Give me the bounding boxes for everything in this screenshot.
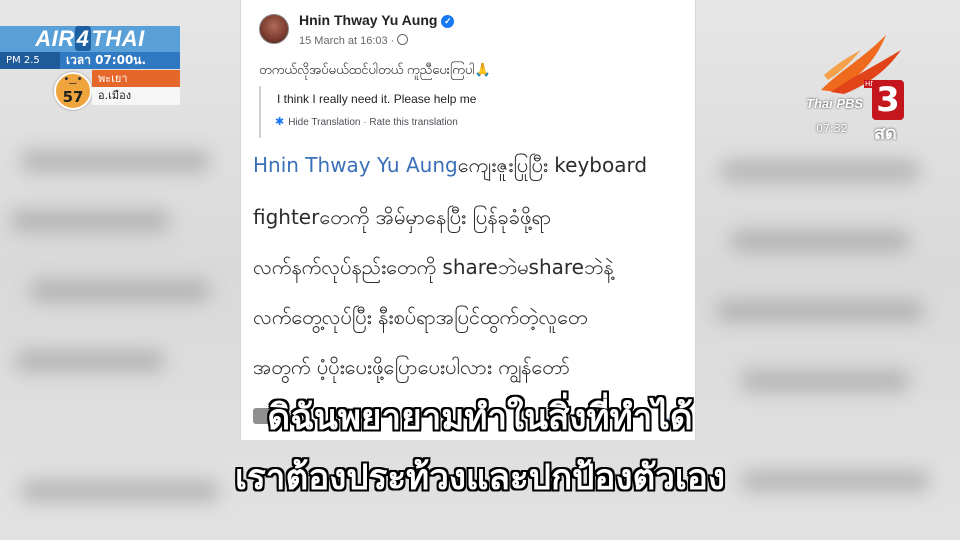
post-author[interactable]: Hnin Thway Yu Aung ✓ xyxy=(299,12,455,28)
globe-icon xyxy=(397,34,409,45)
post-timestamp[interactable]: 15 March at 16:03 · xyxy=(299,34,409,47)
comment-line-3: လက်နက်လုပ်နည်းတေကို shareဘဲမshareဘဲနဲ့ xyxy=(253,255,614,279)
avatar[interactable] xyxy=(259,14,289,44)
air4thai-time-bar: PM 2.5 เวลา 07:00น. xyxy=(0,52,180,69)
broadcaster-name: Thai PBS xyxy=(806,96,864,111)
separator: · xyxy=(363,117,367,128)
air4thai-location-row: •‿• 57 พะเยา อ.เมือง xyxy=(0,70,180,114)
broadcast-clock: 07:32 xyxy=(816,122,848,135)
pm-label: PM 2.5 xyxy=(0,52,60,69)
facebook-post-card: Hnin Thway Yu Aung ✓ 15 March at 16:03 · … xyxy=(240,0,696,140)
subtitle-line-1: ดิฉันพยายามทำในสิ่งที่ทำได้ xyxy=(267,398,693,438)
gear-icon: ✱ xyxy=(275,116,285,128)
comment-author-link[interactable]: Hnin Thway Yu Aung xyxy=(253,153,458,177)
aqi-value: 57 xyxy=(62,88,84,106)
channel-number: 3 xyxy=(872,80,904,120)
post-text: တကယ်လိုအပ်မယ်ထင်ပါတယ် ကူညီပေးကြပါ🙏 xyxy=(259,62,491,77)
measurement-time: เวลา 07:00น. xyxy=(60,52,180,69)
hide-translation-link[interactable]: Hide Translation xyxy=(288,117,360,128)
translation-text: I think I really need it. Please help me xyxy=(277,92,477,106)
praying-hands-icon: 🙏 xyxy=(474,62,491,77)
verified-icon: ✓ xyxy=(441,15,455,28)
air4thai-widget: AIR4THAI PM 2.5 เวลา 07:00น. •‿• 57 พะเย… xyxy=(0,26,180,114)
thai-pbs-logo: Thai PBS HD 3 07:32 สด xyxy=(806,30,916,144)
subtitle-line-2: เราต้องประท้วงและปกป้องตัวเอง xyxy=(235,458,725,498)
translation-links: ✱ Hide Translation · Rate this translatio… xyxy=(275,115,458,128)
air4thai-logo: AIR4THAI xyxy=(0,26,180,52)
aqi-badge: •‿• 57 xyxy=(54,72,92,110)
comment-line-2: fighterတေကို အိမ်မှာနေပြီး ပြန်ခုခံဖို့ရ… xyxy=(253,205,552,229)
province-label: พะเยา xyxy=(92,70,180,87)
district-label: อ.เมือง xyxy=(92,87,180,105)
face-icon: •‿• xyxy=(63,75,83,85)
live-label: สด xyxy=(874,123,897,144)
rate-translation-link[interactable]: Rate this translation xyxy=(369,117,457,128)
comment-line-4: လက်တွေ့လုပ်ပြီး နီးစပ်ရာအပြင်ထွက်တဲ့လူတေ xyxy=(253,305,588,329)
comment-line-1: Hnin Thway Yu Aungကျေးဇူးပြုပြီး keyboar… xyxy=(253,153,648,177)
translation-box: I think I really need it. Please help me… xyxy=(259,86,681,138)
comment-line-5: အတွက် ပံ့ပိုးပေးဖို့ပြောပေးပါလား ကျွန်တေ… xyxy=(253,355,570,379)
